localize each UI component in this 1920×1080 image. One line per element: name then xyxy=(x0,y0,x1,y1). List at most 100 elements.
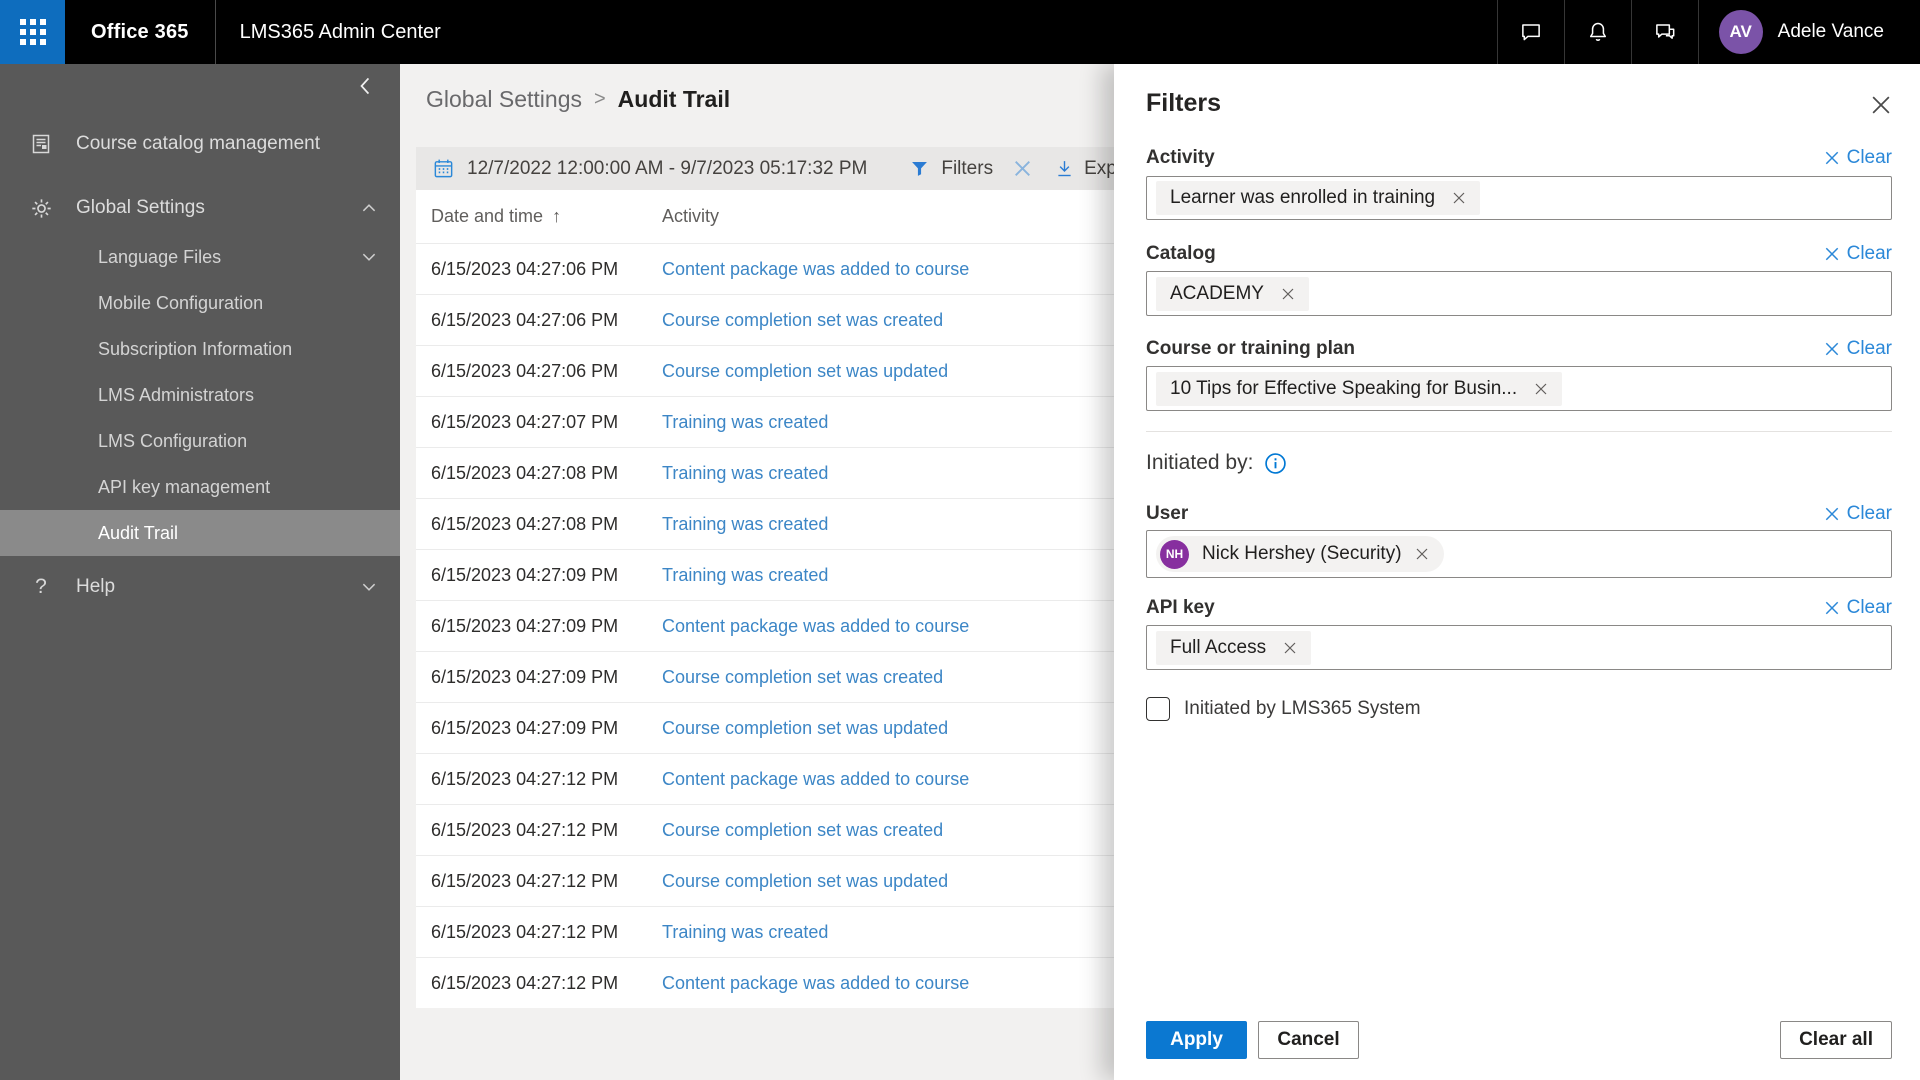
audit-activity-link[interactable]: Training was created xyxy=(662,412,828,433)
remove-chip-icon[interactable] xyxy=(1283,641,1297,655)
breadcrumb-global-settings-link[interactable]: Global Settings xyxy=(426,86,582,113)
close-icon xyxy=(1824,246,1840,262)
remove-chip-icon[interactable] xyxy=(1281,287,1295,301)
sidebar-item-help[interactable]: ? Help xyxy=(0,561,400,613)
remove-chip-icon[interactable] xyxy=(1415,547,1429,561)
sidebar-item-mobile-configuration[interactable]: Mobile Configuration xyxy=(0,280,400,326)
sidebar-item-language-files[interactable]: Language Files xyxy=(0,234,400,280)
column-header-activity[interactable]: Activity xyxy=(662,206,719,227)
calendar-icon xyxy=(432,157,455,180)
audit-date-cell: 6/15/2023 04:27:09 PM xyxy=(431,666,619,687)
sidebar-item-label: LMS Configuration xyxy=(98,430,248,451)
activity-filter-input[interactable]: Learner was enrolled in training xyxy=(1146,176,1892,220)
chevron-down-icon xyxy=(360,248,378,266)
sidebar-item-label: Audit Trail xyxy=(98,522,179,543)
chip-label: Learner was enrolled in training xyxy=(1170,187,1436,208)
bell-icon xyxy=(1585,19,1611,45)
audit-date-cell: 6/15/2023 04:27:06 PM xyxy=(431,360,619,381)
sidebar-collapse-button[interactable] xyxy=(0,64,400,108)
column-header-date-and-time[interactable]: Date and time ↑ xyxy=(431,206,662,227)
initiated-by-system-checkbox[interactable] xyxy=(1146,697,1170,721)
app-launcher-icon xyxy=(19,19,46,45)
initiated-by-system-label: Initiated by LMS365 System xyxy=(1184,698,1421,719)
close-panel-button[interactable] xyxy=(1870,88,1892,116)
account-menu-button[interactable]: AV Adele Vance xyxy=(1697,0,1920,64)
notifications-button[interactable] xyxy=(1563,0,1631,64)
app-title: LMS365 Admin Center xyxy=(239,20,441,43)
audit-date-cell: 6/15/2023 04:27:12 PM xyxy=(431,768,619,789)
catalog-filter-label: Catalog xyxy=(1146,243,1216,264)
audit-activity-link[interactable]: Content package was added to course xyxy=(662,973,969,994)
sidebar-item-audit-trail[interactable]: Audit Trail xyxy=(0,510,400,556)
activity-chip: Learner was enrolled in training xyxy=(1156,181,1481,215)
clear-label: Clear xyxy=(1846,338,1892,359)
audit-date-cell: 6/15/2023 04:27:08 PM xyxy=(431,513,619,534)
close-icon xyxy=(1824,341,1840,357)
filters-toggle-button[interactable]: Filters xyxy=(909,158,993,180)
clear-api-key-button[interactable]: Clear xyxy=(1824,597,1892,619)
audit-date-cell: 6/15/2023 04:27:06 PM xyxy=(431,309,619,330)
clear-course-button[interactable]: Clear xyxy=(1824,338,1892,360)
close-icon xyxy=(1870,94,1892,116)
course-chip: 10 Tips for Effective Speaking for Busin… xyxy=(1156,371,1563,406)
close-icon xyxy=(1824,506,1840,522)
sidebar-item-label: Course catalog management xyxy=(76,133,320,154)
info-icon[interactable] xyxy=(1264,452,1287,475)
user-filter-input[interactable]: NH Nick Hershey (Security) xyxy=(1146,530,1892,578)
audit-activity-link[interactable]: Course completion set was created xyxy=(662,820,943,841)
sidebar-item-subscription-information[interactable]: Subscription Information xyxy=(0,326,400,372)
audit-activity-link[interactable]: Training was created xyxy=(662,922,828,943)
api-key-chip: Full Access xyxy=(1156,630,1312,665)
audit-activity-link[interactable]: Training was created xyxy=(662,565,828,586)
apply-button[interactable]: Apply xyxy=(1146,1021,1247,1059)
filter-funnel-icon xyxy=(909,158,930,179)
activity-filter-label: Activity xyxy=(1146,147,1215,168)
course-filter-input[interactable]: 10 Tips for Effective Speaking for Busin… xyxy=(1146,366,1892,411)
sidebar-item-course-catalog-management[interactable]: Course catalog management xyxy=(0,118,400,170)
audit-date-cell: 6/15/2023 04:27:12 PM xyxy=(431,870,619,891)
audit-activity-link[interactable]: Course completion set was created xyxy=(662,667,943,688)
course-filter-label: Course or training plan xyxy=(1146,338,1356,359)
audit-activity-link[interactable]: Content package was added to course xyxy=(662,769,969,790)
chat-button[interactable] xyxy=(1496,0,1564,64)
clear-catalog-button[interactable]: Clear xyxy=(1824,243,1892,265)
audit-date-cell: 6/15/2023 04:27:09 PM xyxy=(431,564,619,585)
audit-activity-link[interactable]: Course completion set was updated xyxy=(662,361,948,382)
feedback-button[interactable] xyxy=(1630,0,1698,64)
clear-filters-button[interactable] xyxy=(1013,159,1032,178)
remove-chip-icon[interactable] xyxy=(1452,191,1466,205)
clear-label: Clear xyxy=(1846,503,1892,524)
sidebar-item-lms-administrators[interactable]: LMS Administrators xyxy=(0,372,400,418)
gear-icon xyxy=(26,196,56,221)
catalog-filter-input[interactable]: ACADEMY xyxy=(1146,271,1892,316)
date-range-picker[interactable]: 12/7/2022 12:00:00 AM - 9/7/2023 05:17:3… xyxy=(432,157,867,180)
sidebar-item-label: API key management xyxy=(98,476,271,497)
sidebar-item-global-settings[interactable]: Global Settings xyxy=(0,182,400,234)
clear-user-button[interactable]: Clear xyxy=(1824,503,1892,525)
audit-activity-link[interactable]: Course completion set was updated xyxy=(662,871,948,892)
clear-activity-button[interactable]: Clear xyxy=(1824,147,1892,169)
sidebar-item-label: LMS Administrators xyxy=(98,384,255,405)
audit-activity-link[interactable]: Course completion set was updated xyxy=(662,718,948,739)
api-key-filter-input[interactable]: Full Access xyxy=(1146,625,1892,670)
sidebar-item-label: Subscription Information xyxy=(98,338,293,359)
catalog-chip: ACADEMY xyxy=(1156,276,1309,311)
cancel-button[interactable]: Cancel xyxy=(1258,1021,1359,1059)
avatar: AV xyxy=(1718,10,1763,54)
user-name: Adele Vance xyxy=(1777,21,1884,42)
office365-brand-link[interactable]: Office 365 xyxy=(65,0,215,64)
audit-date-cell: 6/15/2023 04:27:06 PM xyxy=(431,258,619,279)
initiated-by-label: Initiated by: xyxy=(1146,451,1254,474)
audit-activity-link[interactable]: Training was created xyxy=(662,463,828,484)
audit-activity-link[interactable]: Content package was added to course xyxy=(662,259,969,280)
audit-activity-link[interactable]: Content package was added to course xyxy=(662,616,969,637)
user-chip-avatar: NH xyxy=(1160,539,1189,569)
clear-all-button[interactable]: Clear all xyxy=(1780,1021,1892,1059)
sidebar-item-lms-configuration[interactable]: LMS Configuration xyxy=(0,418,400,464)
app-launcher-button[interactable] xyxy=(0,0,65,64)
audit-activity-link[interactable]: Training was created xyxy=(662,514,828,535)
audit-activity-link[interactable]: Course completion set was created xyxy=(662,310,943,331)
chevron-up-icon xyxy=(360,199,378,217)
sidebar-item-api-key-management[interactable]: API key management xyxy=(0,464,400,510)
remove-chip-icon[interactable] xyxy=(1534,382,1548,396)
